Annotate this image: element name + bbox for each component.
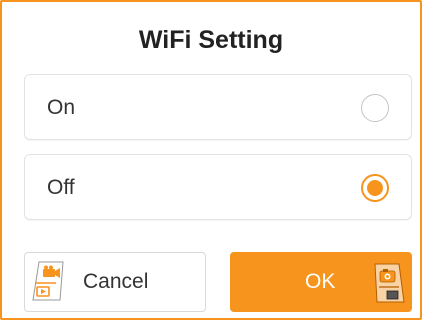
option-off-label: Off — [47, 176, 75, 199]
wifi-setting-dialog: WiFi Setting On Off Cancel OK — [0, 0, 422, 320]
radio-off[interactable] — [361, 174, 389, 202]
dialog-title: WiFi Setting — [138, 26, 284, 54]
ok-button-label: OK — [305, 270, 336, 293]
radio-on[interactable] — [361, 94, 389, 122]
video-camera-tag-icon — [32, 261, 64, 301]
cancel-button-label: Cancel — [83, 270, 149, 293]
option-on[interactable]: On — [24, 74, 412, 140]
option-on-label: On — [47, 96, 76, 119]
option-off[interactable]: Off — [24, 154, 412, 220]
radio-off-dot — [367, 180, 383, 196]
cancel-button[interactable]: Cancel — [24, 252, 206, 312]
camera-tag-icon — [374, 263, 405, 303]
ok-button[interactable]: OK — [230, 252, 412, 312]
